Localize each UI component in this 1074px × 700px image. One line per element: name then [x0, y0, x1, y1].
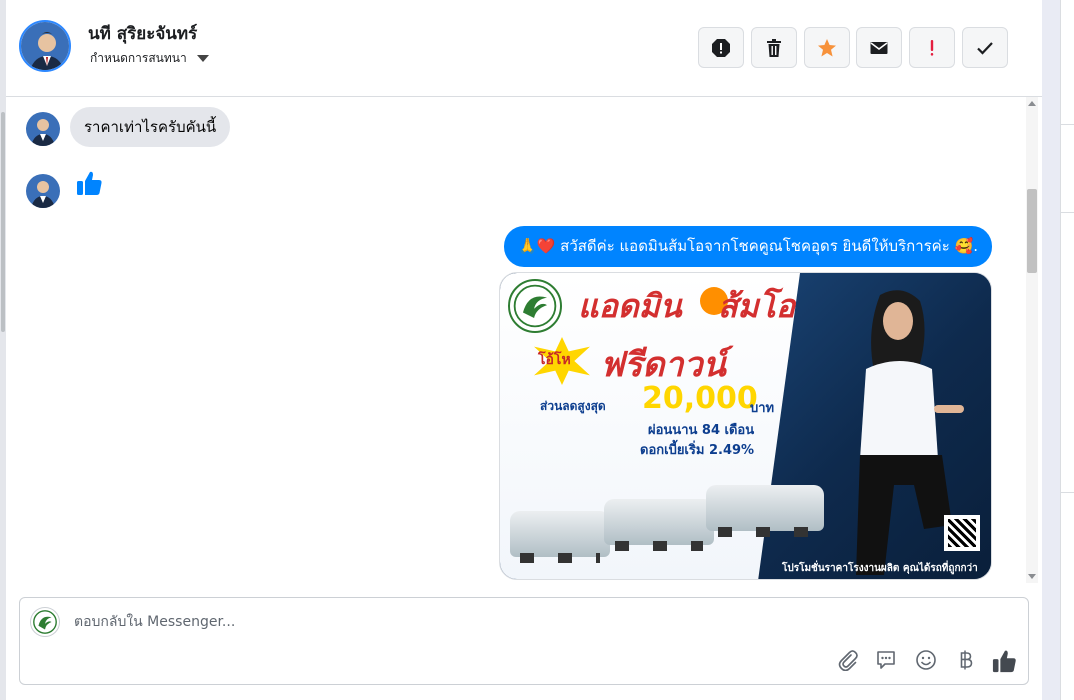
mark-spam-button[interactable] [698, 27, 744, 68]
payment-button[interactable] [954, 648, 978, 672]
promo-footer-text: โปรโมชั่นราคาโรงงานผลิต คุณได้รถที่ถูกกว… [782, 563, 978, 574]
divider [1061, 212, 1074, 213]
sender-avatar[interactable] [26, 112, 60, 146]
message-scrollbar[interactable] [1026, 97, 1038, 583]
qr-code-image [944, 515, 980, 551]
car-image-pickup [604, 499, 714, 551]
star-icon [818, 38, 836, 56]
thumbs-up-icon [992, 650, 1016, 673]
caret-down-icon [196, 55, 209, 62]
emoji-button[interactable] [914, 648, 938, 672]
assign-conversation-label: กำหนดการสนทนา [90, 51, 187, 65]
checkmark-icon [977, 41, 993, 55]
spam-icon [712, 38, 730, 57]
mark-done-button[interactable] [962, 27, 1008, 68]
speech-bubble-icon [877, 651, 895, 669]
saved-replies-button[interactable] [874, 648, 898, 672]
mark-important-button[interactable] [909, 27, 955, 68]
thumbs-up-icon [77, 171, 102, 195]
dealer-logo [508, 279, 562, 333]
layout-gap [1042, 0, 1060, 700]
reply-composer [19, 597, 1029, 685]
divider [1061, 492, 1074, 493]
send-like-button[interactable] [992, 648, 1018, 674]
divider [1061, 124, 1074, 125]
assign-conversation-dropdown[interactable]: กำหนดการสนทนา [90, 49, 209, 68]
attach-file-button[interactable] [835, 648, 859, 672]
outgoing-message-bubble[interactable]: 🙏❤️ สวัสดีค่ะ แอดมินส้มโอจากโชคคูณโชคอุด… [504, 226, 992, 267]
promo-discount-unit: บาท [750, 401, 775, 416]
right-info-column [1060, 0, 1074, 700]
emoji-icon [916, 650, 936, 670]
left-scroll-thumb[interactable] [1, 112, 5, 332]
scroll-down-arrow-icon[interactable] [1028, 574, 1036, 579]
baht-icon [960, 650, 973, 670]
page-avatar [30, 607, 60, 637]
incoming-message-bubble[interactable]: ราคาเท่าไรครับคันนี้ [70, 107, 231, 147]
star-button[interactable] [804, 27, 850, 68]
car-image-sedan [510, 511, 610, 563]
scroll-up-arrow-icon[interactable] [1028, 101, 1036, 106]
conversation-panel: นที สุริยะจันทร์ กำหนดการสนทนา ราคาเท่าไ… [6, 0, 1042, 700]
exclamation-icon [930, 39, 934, 56]
contact-name: นที สุริยะจันทร์ [88, 24, 198, 44]
delete-button[interactable] [751, 27, 797, 68]
conversation-header: นที สุริยะจันทร์ กำหนดการสนทนา [6, 0, 1042, 97]
promo-interest-rate: ดอกเบี้ยเริ่ม 2.49% [640, 443, 755, 458]
promo-title-left: แอดมิน [578, 287, 682, 325]
car-image-pickup-cage [706, 485, 824, 537]
mark-unread-button[interactable] [856, 27, 902, 68]
envelope-icon [870, 41, 888, 54]
contact-avatar[interactable] [19, 20, 71, 72]
promo-image-attachment[interactable]: แอดมิน ส้มโอ โอ้โห ฟรีดาวน์ ส่วนลดสูงสุด… [499, 272, 992, 580]
promo-badge-text: โอ้โห [538, 352, 571, 368]
promo-title-right: ส้มโอ [718, 287, 796, 325]
message-list: ราคาเท่าไรครับคันนี้ 🙏❤️ สวัสดีค่ะ แอดมิ… [6, 97, 1042, 583]
promo-discount-amount: 20,000 [642, 381, 758, 416]
scrollbar-thumb[interactable] [1027, 189, 1037, 273]
paperclip-icon [838, 650, 858, 671]
reply-input[interactable] [74, 610, 974, 634]
sender-avatar[interactable] [26, 174, 60, 208]
trash-icon [767, 38, 781, 57]
promo-discount-label: ส่วนลดสูงสุด [540, 399, 606, 413]
promo-installment: ผ่อนนาน 84 เดือน [648, 423, 755, 438]
